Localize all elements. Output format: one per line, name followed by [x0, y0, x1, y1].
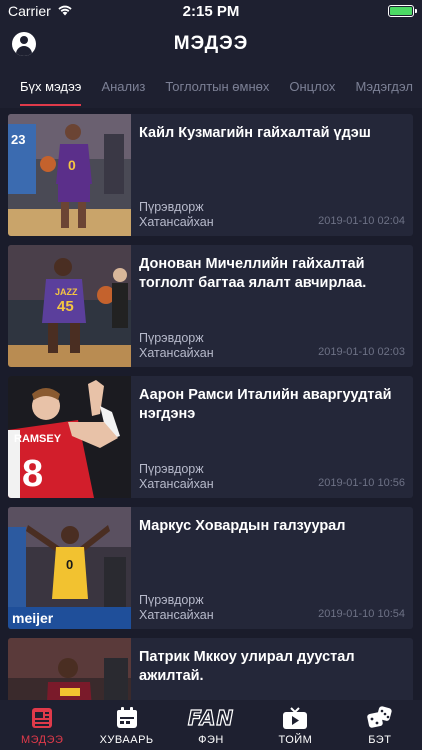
app-header: МЭДЭЭ	[0, 22, 422, 66]
news-title: Патрик Мккоу улирал дуустал ажилтай.	[139, 649, 355, 684]
news-thumbnail: RAMSEY 8	[8, 376, 131, 498]
news-title: Аарон Рамси Италийн аваргуудтай нэгдэнэ	[139, 387, 392, 422]
news-author: Пүрэвдорж Хатансайхан	[139, 593, 214, 622]
jersey-number-label: 0	[66, 557, 73, 572]
tabbar-item-fan[interactable]: FAN ФЭН	[169, 700, 253, 750]
status-time: 2:15 PM	[182, 2, 240, 20]
tabbar-item-news[interactable]: МЭДЭЭ	[0, 700, 84, 750]
svg-text:23: 23	[11, 132, 25, 147]
bottom-tab-bar: МЭДЭЭ ХУВААРЬ FAN ФЭН ТОЙМ БЭТ	[0, 700, 422, 750]
news-card[interactable]: meijer 0 Маркус Ховардын галзуурал Пүрэв…	[8, 507, 413, 629]
tabbar-label: ТОЙМ	[278, 734, 313, 746]
tab-analysis[interactable]: Анализ	[91, 66, 155, 108]
news-date: 2019-01-10 02:04	[318, 215, 405, 227]
carrier-label: Carrier	[8, 3, 51, 19]
news-title: Маркус Ховардын галзуурал	[139, 518, 346, 534]
news-title: Донован Мичеллийн гайхалтай тоглолт багт…	[139, 256, 367, 291]
calendar-icon	[115, 705, 139, 731]
news-card[interactable]: JAZZ 45 Донован Мичеллийн гайхалтай тогл…	[8, 245, 413, 367]
news-author: Пүрэвдорж Хатансайхан	[139, 462, 214, 491]
news-card[interactable]: Патрик Мккоу улирал дуустал ажилтай.	[8, 638, 413, 700]
news-thumbnail	[8, 638, 131, 700]
news-date: 2019-01-10 10:56	[318, 477, 405, 489]
dice-icon	[367, 705, 393, 731]
news-title: Кайл Кузмагийн гайхалтай үдэш	[139, 125, 371, 141]
tabbar-label: ФЭН	[198, 734, 224, 746]
category-tabs: Бүх мэдээ Анализ Тоглолтын өмнөх Онцлох …	[0, 66, 422, 108]
banner-text: meijer	[12, 610, 54, 626]
tab-all-news[interactable]: Бүх мэдээ	[10, 66, 91, 108]
jersey-number-label: 0	[68, 157, 76, 173]
tabbar-label: МЭДЭЭ	[20, 734, 64, 746]
jersey-name-label: RAMSEY	[14, 433, 62, 445]
news-thumbnail: 23 0	[8, 114, 131, 236]
fan-icon: FAN	[187, 705, 235, 730]
tab-announcements[interactable]: Мэдэгдэл	[345, 66, 422, 108]
news-date: 2019-01-10 02:03	[318, 346, 405, 358]
tabbar-item-highlights[interactable]: ТОЙМ	[253, 700, 337, 750]
news-thumbnail: JAZZ 45	[8, 245, 131, 367]
news-author: Пүрэвдорж Хатансайхан	[139, 331, 214, 360]
tabbar-item-bet[interactable]: БЭТ	[338, 700, 422, 750]
page-title: МЭДЭЭ	[173, 33, 249, 54]
news-card[interactable]: 23 0 Кайл Кузмагийн гайхалтай үдэш Пүрэв…	[8, 114, 413, 236]
jersey-team-label: JAZZ	[55, 287, 78, 297]
tab-featured[interactable]: Онцлох	[279, 66, 345, 108]
news-author: Пүрэвдорж Хатансайхан	[139, 200, 214, 229]
jersey-number-label: 8	[22, 453, 43, 495]
video-icon	[282, 705, 308, 731]
tabbar-label: ХУВААРЬ	[99, 734, 154, 746]
status-bar: Carrier 2:15 PM	[0, 0, 422, 22]
tabbar-label: БЭТ	[368, 734, 392, 746]
news-thumbnail: meijer 0	[8, 507, 131, 629]
wifi-icon	[57, 3, 73, 19]
news-date: 2019-01-10 10:54	[318, 608, 405, 620]
news-card[interactable]: RAMSEY 8 Аарон Рамси Италийн аваргуудтай…	[8, 376, 413, 498]
battery-icon	[388, 5, 417, 17]
profile-icon[interactable]	[12, 32, 36, 56]
news-feed[interactable]: 23 0 Кайл Кузмагийн гайхалтай үдэш Пүрэв…	[0, 114, 422, 700]
news-icon	[30, 705, 54, 731]
jersey-number-label: 45	[57, 298, 74, 315]
tab-pregame[interactable]: Тоглолтын өмнөх	[155, 66, 279, 108]
tabbar-item-schedule[interactable]: ХУВААРЬ	[84, 700, 168, 750]
